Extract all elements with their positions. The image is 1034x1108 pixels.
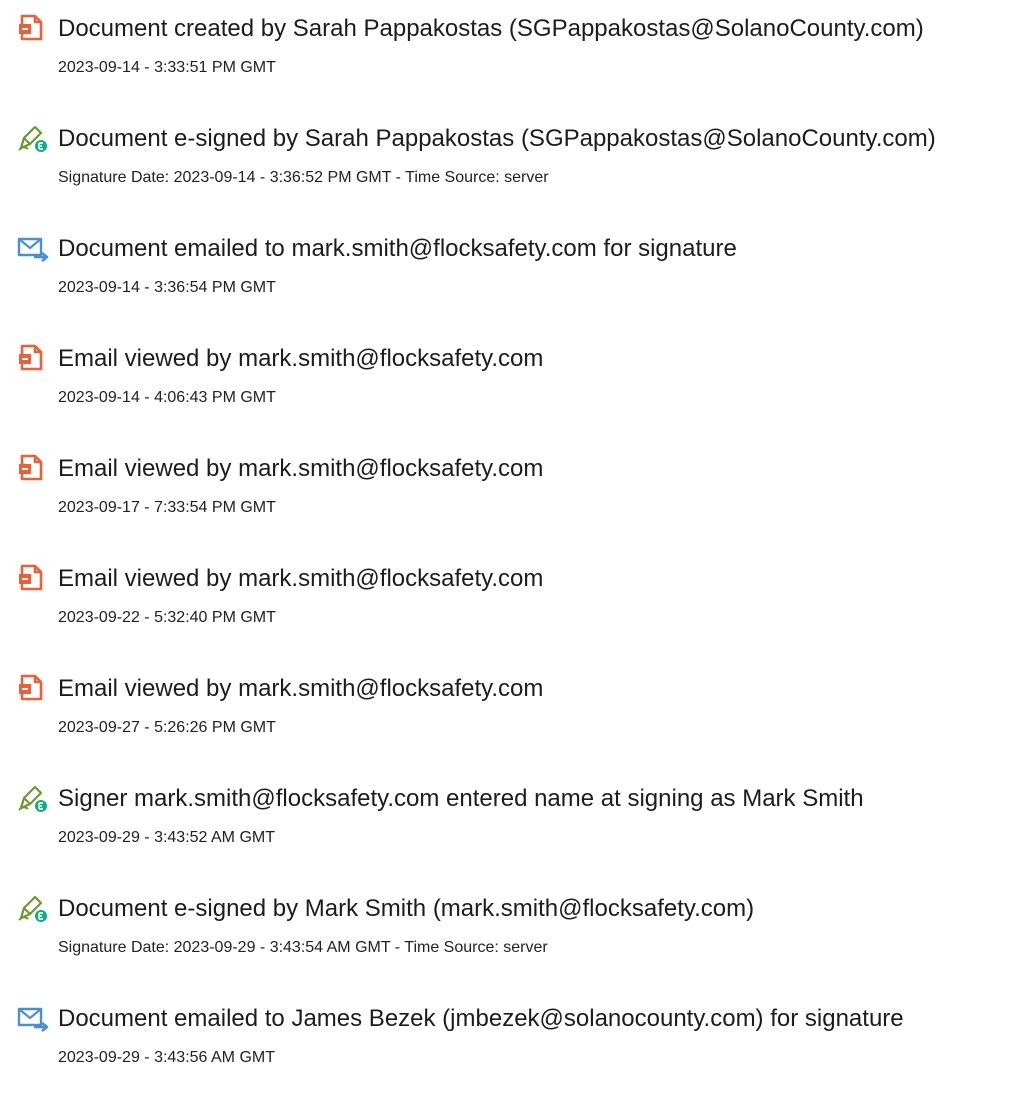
- esign-pen-icon: [16, 783, 50, 815]
- document-icon: [16, 13, 50, 45]
- event-timestamp: 2023-09-14 - 4:06:43 PM GMT: [58, 389, 276, 406]
- event-title: Document created by Sarah Pappakostas (S…: [58, 15, 924, 42]
- event-timestamp: 2023-09-17 - 7:33:54 PM GMT: [58, 499, 276, 516]
- audit-event: Signer mark.smith@flocksafety.com entere…: [16, 776, 1032, 886]
- audit-event: Email viewed by mark.smith@flocksafety.c…: [16, 556, 1032, 666]
- event-timestamp: 2023-09-22 - 5:32:40 PM GMT: [58, 609, 276, 626]
- esign-pen-icon: [16, 893, 50, 925]
- audit-event: Document emailed to mark.smith@flocksafe…: [16, 226, 1032, 336]
- audit-event: Document e-signed by Mark Smith (mark.sm…: [16, 886, 1032, 996]
- document-icon: [16, 673, 50, 705]
- document-icon: [16, 563, 50, 595]
- event-title: Document e-signed by Sarah Pappakostas (…: [58, 125, 936, 152]
- event-timestamp: 2023-09-27 - 5:26:26 PM GMT: [58, 719, 276, 736]
- audit-event: Document emailed to James Bezek (jmbezek…: [16, 996, 1032, 1106]
- event-title: Email viewed by mark.smith@flocksafety.c…: [58, 455, 544, 482]
- event-timestamp: 2023-09-29 - 3:43:56 AM GMT: [58, 1049, 275, 1066]
- audit-event: Email viewed by mark.smith@flocksafety.c…: [16, 666, 1032, 776]
- esign-pen-icon: [16, 123, 50, 155]
- event-title: Document emailed to James Bezek (jmbezek…: [58, 1005, 904, 1032]
- event-title: Document e-signed by Mark Smith (mark.sm…: [58, 895, 755, 922]
- event-title: Email viewed by mark.smith@flocksafety.c…: [58, 675, 544, 702]
- event-title: Signer mark.smith@flocksafety.com entere…: [58, 785, 864, 812]
- document-icon: [16, 343, 50, 375]
- event-title: Email viewed by mark.smith@flocksafety.c…: [58, 565, 544, 592]
- event-title: Document emailed to mark.smith@flocksafe…: [58, 235, 737, 262]
- event-timestamp: Signature Date: 2023-09-29 - 3:43:54 AM …: [58, 939, 548, 956]
- event-title: Email viewed by mark.smith@flocksafety.c…: [58, 345, 544, 372]
- audit-event: Email viewed by mark.smith@flocksafety.c…: [16, 336, 1032, 446]
- audit-event: Document created by Sarah Pappakostas (S…: [16, 6, 1032, 116]
- event-timestamp: 2023-09-29 - 3:43:52 AM GMT: [58, 829, 275, 846]
- email-sent-icon: [16, 233, 50, 265]
- event-timestamp: 2023-09-14 - 3:33:51 PM GMT: [58, 59, 276, 76]
- audit-event: Document e-signed by Sarah Pappakostas (…: [16, 116, 1032, 226]
- event-timestamp: 2023-09-14 - 3:36:54 PM GMT: [58, 279, 276, 296]
- audit-trail-list: Document created by Sarah Pappakostas (S…: [16, 6, 1032, 1106]
- email-sent-icon: [16, 1003, 50, 1035]
- audit-event: Email viewed by mark.smith@flocksafety.c…: [16, 446, 1032, 556]
- event-timestamp: Signature Date: 2023-09-14 - 3:36:52 PM …: [58, 169, 549, 186]
- document-icon: [16, 453, 50, 485]
